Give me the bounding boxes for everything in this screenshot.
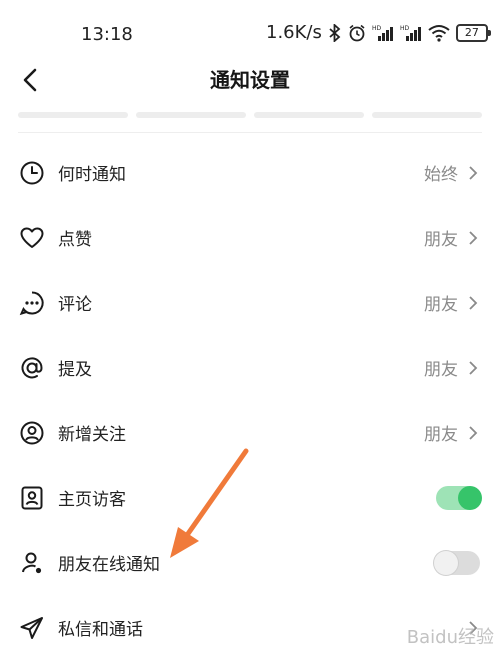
bluetooth-icon	[329, 23, 341, 42]
status-time: 13:18	[81, 24, 133, 45]
svg-text:HD: HD	[400, 25, 410, 32]
placeholder-bar	[372, 112, 482, 118]
svg-text:HD: HD	[372, 25, 382, 32]
signal-icon-1: HD	[372, 25, 393, 41]
setting-friend-online: 朋友在线通知	[0, 530, 500, 595]
scrolled-content-placeholder	[18, 112, 482, 118]
comment-icon	[18, 289, 46, 317]
page-title: 通知设置	[210, 68, 290, 92]
setting-value: 朋友	[424, 425, 458, 445]
chevron-right-icon	[469, 165, 478, 180]
setting-label: 点赞	[58, 230, 92, 250]
profile-card-icon	[18, 484, 46, 512]
toggle-knob	[458, 485, 482, 510]
placeholder-bar	[18, 112, 128, 118]
divider	[18, 132, 482, 133]
setting-label: 提及	[58, 360, 92, 380]
setting-profile-visitors: 主页访客	[0, 465, 500, 530]
status-bar: 13:18 1.6K/s HD HD 27	[0, 0, 500, 60]
heart-icon	[18, 224, 46, 252]
friend-online-toggle[interactable]	[434, 550, 480, 575]
setting-label: 主页访客	[58, 490, 126, 510]
toggle-knob	[434, 550, 458, 575]
settings-list: 何时通知 始终 点赞 朋友 评论 朋友 提及 朋友 新增关注 朋友 主页访客 朋…	[0, 140, 500, 660]
setting-label: 私信和通话	[58, 620, 143, 640]
setting-label: 何时通知	[58, 165, 126, 185]
placeholder-bar	[136, 112, 246, 118]
chevron-right-icon	[469, 425, 478, 440]
at-icon	[18, 354, 46, 382]
setting-when-notify[interactable]: 何时通知 始终	[0, 140, 500, 205]
setting-label: 新增关注	[58, 425, 126, 445]
battery-indicator: 27	[455, 23, 491, 42]
setting-value: 始终	[424, 165, 458, 185]
profile-visitors-toggle[interactable]	[436, 485, 482, 510]
setting-value: 朋友	[424, 295, 458, 315]
user-circle-icon	[18, 419, 46, 447]
user-online-icon	[18, 549, 46, 577]
setting-comments[interactable]: 评论 朋友	[0, 270, 500, 335]
setting-likes[interactable]: 点赞 朋友	[0, 205, 500, 270]
header: 通知设置	[0, 60, 500, 100]
setting-label: 朋友在线通知	[58, 555, 160, 575]
chevron-right-icon	[469, 230, 478, 245]
setting-value: 朋友	[424, 230, 458, 250]
watermark: Baidu经验	[406, 627, 494, 648]
setting-value: 朋友	[424, 360, 458, 380]
setting-label: 评论	[58, 295, 92, 315]
signal-icon-2: HD	[400, 25, 421, 41]
network-speed: 1.6K/s	[266, 22, 322, 43]
status-icons: 1.6K/s HD HD 27	[266, 22, 491, 43]
chevron-right-icon	[469, 360, 478, 375]
setting-new-followers[interactable]: 新增关注 朋友	[0, 400, 500, 465]
setting-mentions[interactable]: 提及 朋友	[0, 335, 500, 400]
send-icon	[18, 614, 46, 642]
placeholder-bar	[254, 112, 364, 118]
alarm-icon	[349, 24, 365, 41]
wifi-icon	[428, 24, 450, 42]
chevron-right-icon	[469, 295, 478, 310]
clock-icon	[18, 159, 46, 187]
